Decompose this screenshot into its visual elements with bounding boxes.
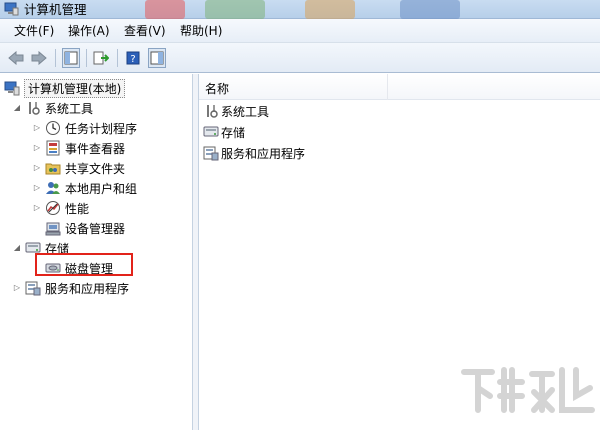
- list-item-storage[interactable]: 存储: [203, 123, 245, 141]
- column-header-label: 名称: [205, 82, 230, 96]
- list-item-label: 系统工具: [221, 104, 270, 119]
- tree-root[interactable]: 计算机管理(本地): [4, 78, 126, 98]
- export-list-icon[interactable]: [92, 48, 110, 68]
- tree-item-local-users[interactable]: ▷ 本地用户和组: [32, 179, 137, 197]
- tree-label: 设备管理器: [65, 221, 126, 236]
- device-manager-icon: [45, 220, 61, 236]
- tree-label: 系统工具: [45, 101, 94, 116]
- collapsed-arrow-icon[interactable]: ▷: [32, 123, 42, 133]
- tree-item-event-viewer[interactable]: ▷ 事件查看器: [32, 139, 125, 157]
- column-header-name[interactable]: 名称: [199, 74, 600, 100]
- collapsed-arrow-icon[interactable]: ▷: [32, 183, 42, 193]
- title-bar: 计算机管理: [0, 0, 600, 19]
- shared-folder-icon: [45, 160, 61, 176]
- menu-view[interactable]: 查看(V): [124, 24, 166, 38]
- toolbar-separator: [55, 49, 56, 67]
- performance-icon: [45, 200, 61, 216]
- list-item-services-apps[interactable]: 服务和应用程序: [203, 144, 305, 162]
- collapsed-arrow-icon[interactable]: ▷: [32, 143, 42, 153]
- help-icon[interactable]: ?: [124, 48, 142, 68]
- collapsed-arrow-icon[interactable]: ▷: [32, 203, 42, 213]
- background-art: [400, 0, 460, 19]
- highlight-box: [35, 253, 133, 276]
- watermark-logo: [456, 360, 596, 420]
- tree-item-services-apps[interactable]: ▷ 服务和应用程序: [12, 279, 129, 297]
- window-title: 计算机管理: [24, 2, 87, 17]
- background-art: [205, 0, 265, 19]
- toolbar-separator: [86, 49, 87, 67]
- menu-file[interactable]: 文件(F): [14, 24, 54, 38]
- list-item-system-tools[interactable]: 系统工具: [203, 102, 269, 120]
- menu-help[interactable]: 帮助(H): [180, 24, 222, 38]
- show-tree-icon[interactable]: [62, 48, 80, 68]
- services-icon: [25, 280, 41, 296]
- event-viewer-icon: [45, 140, 61, 156]
- tree-label: 事件查看器: [65, 141, 126, 156]
- tree-label: 性能: [65, 201, 90, 216]
- tools-icon: [25, 100, 41, 116]
- tree-label: 任务计划程序: [65, 121, 138, 136]
- computer-management-icon: [4, 2, 19, 16]
- tree-item-task-scheduler[interactable]: ▷ 任务计划程序: [32, 119, 137, 137]
- background-art: [305, 0, 355, 19]
- list-item-label: 存储: [221, 125, 246, 140]
- tree-label: 本地用户和组: [65, 181, 138, 196]
- expanded-arrow-icon[interactable]: ◢: [12, 103, 22, 113]
- svg-text:?: ?: [130, 54, 135, 65]
- back-icon[interactable]: [7, 48, 25, 68]
- collapsed-arrow-icon[interactable]: ▷: [12, 283, 22, 293]
- tree-item-shared-folders[interactable]: ▷ 共享文件夹: [32, 159, 125, 177]
- toolbar-separator: [117, 49, 118, 67]
- menu-bar: 文件(F) 操作(A) 查看(V) 帮助(H): [0, 19, 600, 43]
- console-tree: 计算机管理(本地) ◢ 系统工具 ▷ 任务计划程序 ▷ 事件查看器 ▷ 共享文件…: [0, 74, 193, 430]
- list-item-label: 服务和应用程序: [221, 146, 306, 161]
- background-art: [145, 0, 185, 19]
- show-action-pane-icon[interactable]: [148, 48, 166, 68]
- tools-icon: [203, 103, 219, 119]
- column-separator[interactable]: [387, 74, 388, 100]
- tree-item-performance[interactable]: ▷ 性能: [32, 199, 89, 217]
- menu-action[interactable]: 操作(A): [68, 24, 110, 38]
- computer-management-icon: [4, 80, 20, 96]
- tree-item-device-manager[interactable]: 设备管理器: [42, 219, 125, 237]
- collapsed-arrow-icon[interactable]: ▷: [32, 163, 42, 173]
- storage-icon: [203, 124, 219, 140]
- services-icon: [203, 145, 219, 161]
- tree-item-system-tools[interactable]: ◢ 系统工具: [12, 99, 93, 117]
- clock-icon: [45, 120, 61, 136]
- users-icon: [45, 180, 61, 196]
- forward-icon[interactable]: [30, 48, 48, 68]
- tree-root-label: 计算机管理(本地): [24, 78, 126, 98]
- expanded-arrow-icon[interactable]: ◢: [12, 243, 22, 253]
- tree-label: 服务和应用程序: [45, 281, 130, 296]
- toolbar: ?: [0, 43, 600, 73]
- tree-label: 共享文件夹: [65, 161, 126, 176]
